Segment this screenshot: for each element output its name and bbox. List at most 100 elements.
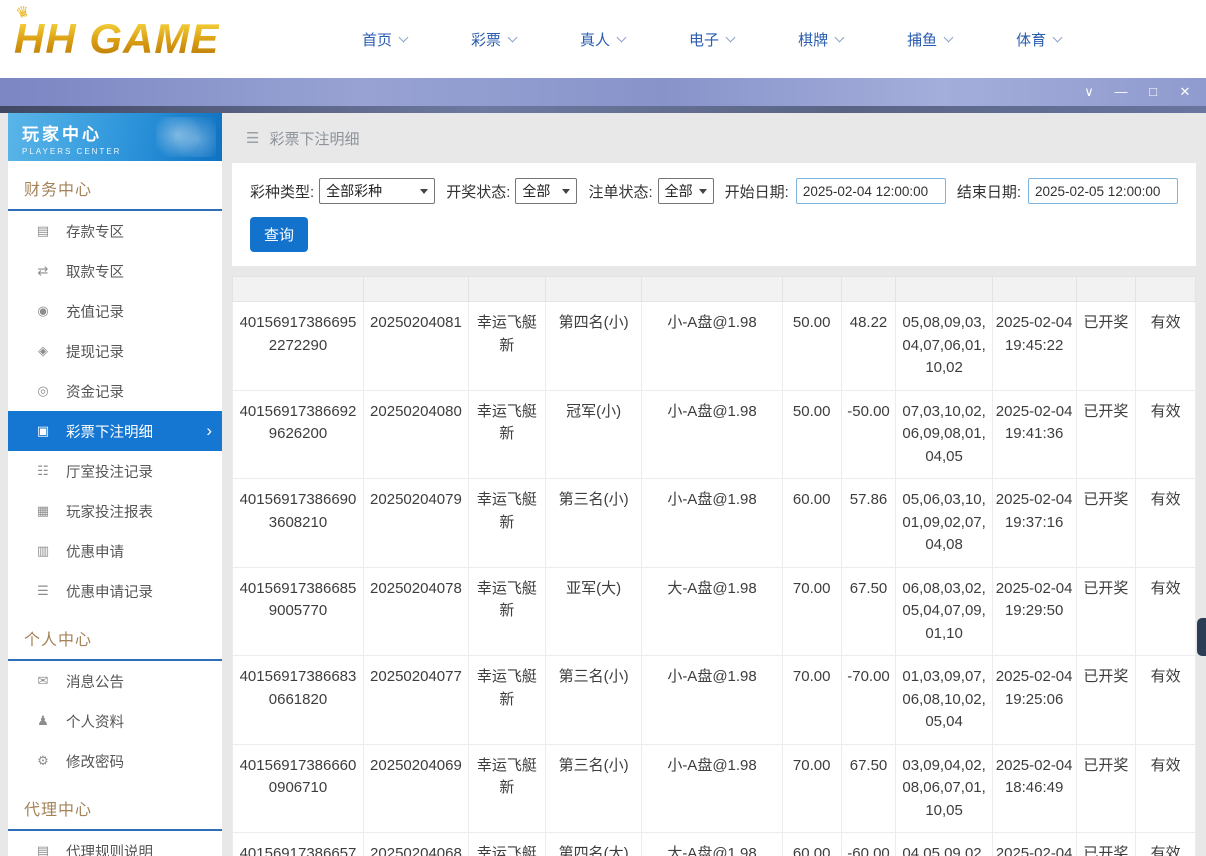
cell-bet-amount: 60.00 xyxy=(782,479,841,568)
filter-panel: 彩种类型: 全部彩种 开奖状态: 全部 注单状态: 全部 xyxy=(232,163,1196,266)
close-icon[interactable]: ✕ xyxy=(1176,78,1194,106)
order-status-value: 全部 xyxy=(665,181,693,201)
sidebar-item[interactable]: ◉ 充值记录 › xyxy=(8,291,222,331)
sidebar-section-agent: 代理中心 ▤ 代理规则说明 › xyxy=(8,781,222,856)
cell-order-id: 401569173866952272290 xyxy=(233,302,364,391)
sidebar-item[interactable]: ⇄ 取款专区 › xyxy=(8,251,222,291)
table-row: 401569173866830661820 20250204077 幸运飞艇新 … xyxy=(233,656,1196,745)
table-row: 401569173866600906710 20250204069 幸运飞艇新 … xyxy=(233,744,1196,833)
cell-draw-status: 已开奖 xyxy=(1076,479,1136,568)
logo-text: HH GAME xyxy=(14,15,219,63)
sidebar-item-label: 玩家投注报表 xyxy=(66,501,153,522)
cell-bet-info: 小-A盘@1.98 xyxy=(642,479,783,568)
chevron-down-icon xyxy=(944,32,954,42)
sidebar-item[interactable]: ▤ 代理规则说明 › xyxy=(8,831,222,856)
order-status-select[interactable]: 全部 xyxy=(658,178,714,204)
sidebar-item[interactable]: ☰ 优惠申请记录 › xyxy=(8,571,222,611)
sidebar-section-personal: 个人中心 ✉ 消息公告 › ♟ 个人资料 › ⚙ 修改密码 › xyxy=(8,611,222,781)
maximize-icon[interactable]: □ xyxy=(1144,78,1162,106)
cell-lottery-name: 幸运飞艇新 xyxy=(468,302,545,391)
hamburger-icon[interactable]: ☰ xyxy=(246,129,259,147)
sidebar-item[interactable]: ▣ 彩票下注明细 › xyxy=(8,411,222,451)
sidebar-section-finance: 财务中心 ▤ 存款专区 › ⇄ 取款专区 › ◉ 充值记录 › ◈ xyxy=(8,161,222,611)
draw-status-select[interactable]: 全部 xyxy=(515,178,577,204)
sidebar-item[interactable]: ▥ 优惠申请 › xyxy=(8,531,222,571)
section-heading-agent: 代理中心 xyxy=(8,781,222,831)
cell-play-type: 冠军(小) xyxy=(545,390,641,479)
table-header-cell xyxy=(233,277,364,302)
sidebar-item-label: 个人资料 xyxy=(66,711,124,732)
sidebar-item-label: 充值记录 xyxy=(66,301,124,322)
sidebar-item[interactable]: ⚙ 修改密码 › xyxy=(8,741,222,781)
nav-item[interactable]: 棋牌 xyxy=(798,29,843,50)
chevron-down-icon xyxy=(420,189,428,194)
search-button[interactable]: 查询 xyxy=(250,217,308,252)
nav-item[interactable]: 首页 xyxy=(362,29,407,50)
main-layout: 玩家中心 PLAYERS CENTER 财务中心 ▤ 存款专区 › ⇄ 取款专区… xyxy=(0,113,1206,856)
funds-record-icon: ◎ xyxy=(35,383,51,399)
nav-item[interactable]: 真人 xyxy=(580,29,625,50)
nav-item[interactable]: 彩票 xyxy=(471,29,516,50)
sidebar-item[interactable]: ♟ 个人资料 › xyxy=(8,701,222,741)
cell-bet-time: 2025-02-04 19:41:36 xyxy=(992,390,1076,479)
table-row: 401569173866903608210 20250204079 幸运飞艇新 … xyxy=(233,479,1196,568)
page-title: 彩票下注明细 xyxy=(269,128,359,149)
nav-item[interactable]: 捕鱼 xyxy=(907,29,952,50)
cell-draw-result: 04,05,09,02,03,07,10,06,01,08 xyxy=(896,833,992,856)
cell-draw-result: 05,06,03,10,01,09,02,07,04,08 xyxy=(896,479,992,568)
table-header-cell xyxy=(782,277,841,302)
cell-win-loss: -50.00 xyxy=(841,390,896,479)
main-nav: 首页 彩票 真人 电子 棋牌 捕鱼 体育 xyxy=(362,29,1061,50)
chevron-down-icon[interactable]: ∨ xyxy=(1080,78,1098,106)
cell-bet-info: 大-A盘@1.98 xyxy=(642,833,783,856)
sidebar-item[interactable]: ✉ 消息公告 › xyxy=(8,661,222,701)
sidebar-item[interactable]: ▦ 玩家投注报表 › xyxy=(8,491,222,531)
nav-item-label: 体育 xyxy=(1016,29,1046,50)
lottery-type-select[interactable]: 全部彩种 xyxy=(319,178,435,204)
promo-record-icon: ☰ xyxy=(35,583,51,599)
hall-record-icon: ☷ xyxy=(35,463,51,479)
app-window: ♛ HH GAME 首页 彩票 真人 电子 棋牌 xyxy=(0,0,1206,856)
cell-lottery-name: 幸运飞艇新 xyxy=(468,479,545,568)
cell-draw-result: 05,08,09,03,04,07,06,01,10,02 xyxy=(896,302,992,391)
table-header-cell xyxy=(642,277,783,302)
nav-item-label: 捕鱼 xyxy=(907,29,937,50)
cell-order-status: 有效 xyxy=(1136,744,1196,833)
chevron-down-icon xyxy=(726,32,736,42)
cell-order-status: 有效 xyxy=(1136,479,1196,568)
table-row: 401569173866574561830 20250204068 幸运飞艇新 … xyxy=(233,833,1196,856)
sidebar-item[interactable]: ◎ 资金记录 › xyxy=(8,371,222,411)
sidebar-item[interactable]: ☷ 厅室投注记录 › xyxy=(8,451,222,491)
cell-period: 20250204068 xyxy=(363,833,468,856)
minimize-icon[interactable]: — xyxy=(1112,78,1130,106)
player-report-icon: ▦ xyxy=(35,503,51,519)
cell-win-loss: -70.00 xyxy=(841,656,896,745)
end-date-input[interactable] xyxy=(1028,178,1178,204)
sidebar-item[interactable]: ◈ 提现记录 › xyxy=(8,331,222,371)
cell-draw-result: 06,08,03,02,05,04,07,09,01,10 xyxy=(896,567,992,656)
cell-lottery-name: 幸运飞艇新 xyxy=(468,744,545,833)
cell-period: 20250204080 xyxy=(363,390,468,479)
table-header-cell xyxy=(363,277,468,302)
cell-bet-time: 2025-02-04 19:25:06 xyxy=(992,656,1076,745)
sidebar-item[interactable]: ▤ 存款专区 › xyxy=(8,211,222,251)
withdraw-record-icon: ◈ xyxy=(35,343,51,359)
promo-apply-icon: ▥ xyxy=(35,543,51,559)
filter-row: 彩种类型: 全部彩种 开奖状态: 全部 注单状态: 全部 xyxy=(250,178,1178,204)
cell-lottery-name: 幸运飞艇新 xyxy=(468,390,545,479)
sidebar-item-label: 存款专区 xyxy=(66,221,124,242)
cell-order-status: 有效 xyxy=(1136,302,1196,391)
nav-item[interactable]: 体育 xyxy=(1016,29,1061,50)
nav-item[interactable]: 电子 xyxy=(689,29,734,50)
draw-status-label: 开奖状态: xyxy=(446,181,510,202)
floating-widget-tab[interactable] xyxy=(1197,618,1206,656)
table-header-cell xyxy=(841,277,896,302)
cell-play-type: 第四名(大) xyxy=(545,833,641,856)
cell-draw-status: 已开奖 xyxy=(1076,567,1136,656)
nav-item-label: 彩票 xyxy=(471,29,501,50)
sidebar-item-label: 代理规则说明 xyxy=(66,841,153,856)
start-date-label: 开始日期: xyxy=(725,181,789,202)
cell-play-type: 第四名(小) xyxy=(545,302,641,391)
start-date-input[interactable] xyxy=(796,178,946,204)
titlebar-shadow-strip xyxy=(0,106,1206,113)
